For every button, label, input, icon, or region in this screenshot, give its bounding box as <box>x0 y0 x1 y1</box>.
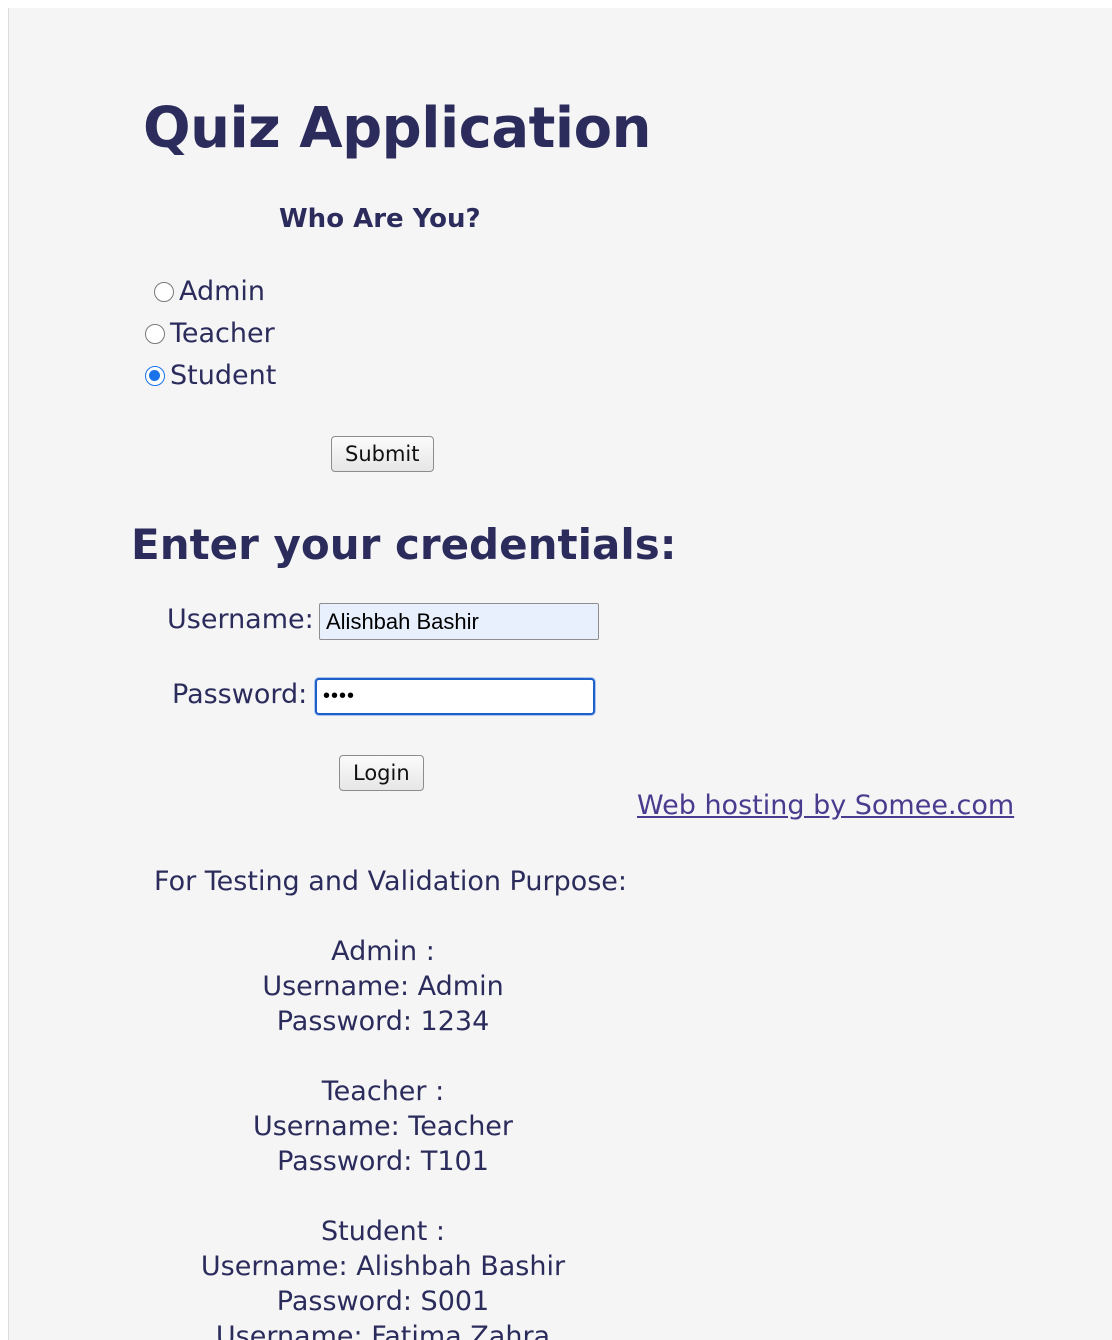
teacher-password: Password: T101 <box>277 1146 489 1177</box>
teacher-username: Username: Teacher <box>252 1111 514 1142</box>
username-input[interactable] <box>319 603 599 640</box>
web-hosting-link[interactable]: Web hosting by Somee.com <box>637 790 1014 821</box>
student-password: Password: S001 <box>276 1286 490 1317</box>
username-label: Username: <box>167 604 314 635</box>
admin-credentials: Admin : Username: Admin Password: 1234 <box>9 934 757 1039</box>
page: Quiz Application Who Are You? Admin Teac… <box>8 8 1112 1340</box>
admin-username: Username: Admin <box>262 971 504 1002</box>
testing-heading: For Testing and Validation Purpose: <box>154 866 628 897</box>
submit-button[interactable]: Submit <box>331 436 434 472</box>
radio-teacher-indicator[interactable] <box>145 323 165 344</box>
password-input[interactable] <box>315 678 595 715</box>
student-credentials: Student : Username: Alishbah Bashir Pass… <box>9 1214 757 1340</box>
radio-teacher[interactable]: Teacher <box>145 318 275 349</box>
student-role: Student : <box>321 1216 445 1247</box>
page-title: Quiz Application <box>143 96 651 161</box>
admin-role: Admin : <box>331 936 435 967</box>
student-extra-username: Username: Fatima Zahra <box>215 1321 551 1340</box>
radio-admin[interactable]: Admin <box>154 276 265 307</box>
radio-admin-label: Admin <box>179 276 266 307</box>
role-heading: Who Are You? <box>279 204 481 234</box>
password-label: Password: <box>172 679 308 710</box>
radio-admin-indicator[interactable] <box>154 281 174 302</box>
teacher-role: Teacher : <box>321 1076 445 1107</box>
radio-student-indicator[interactable] <box>145 365 165 386</box>
radio-student[interactable]: Student <box>145 360 276 391</box>
credentials-heading: Enter your credentials: <box>131 520 677 569</box>
login-button[interactable]: Login <box>339 755 424 791</box>
admin-password: Password: 1234 <box>276 1006 490 1037</box>
radio-student-label: Student <box>170 360 277 391</box>
radio-teacher-label: Teacher <box>170 318 275 349</box>
teacher-credentials: Teacher : Username: Teacher Password: T1… <box>9 1074 757 1179</box>
student-username: Username: Alishbah Bashir <box>200 1251 566 1282</box>
